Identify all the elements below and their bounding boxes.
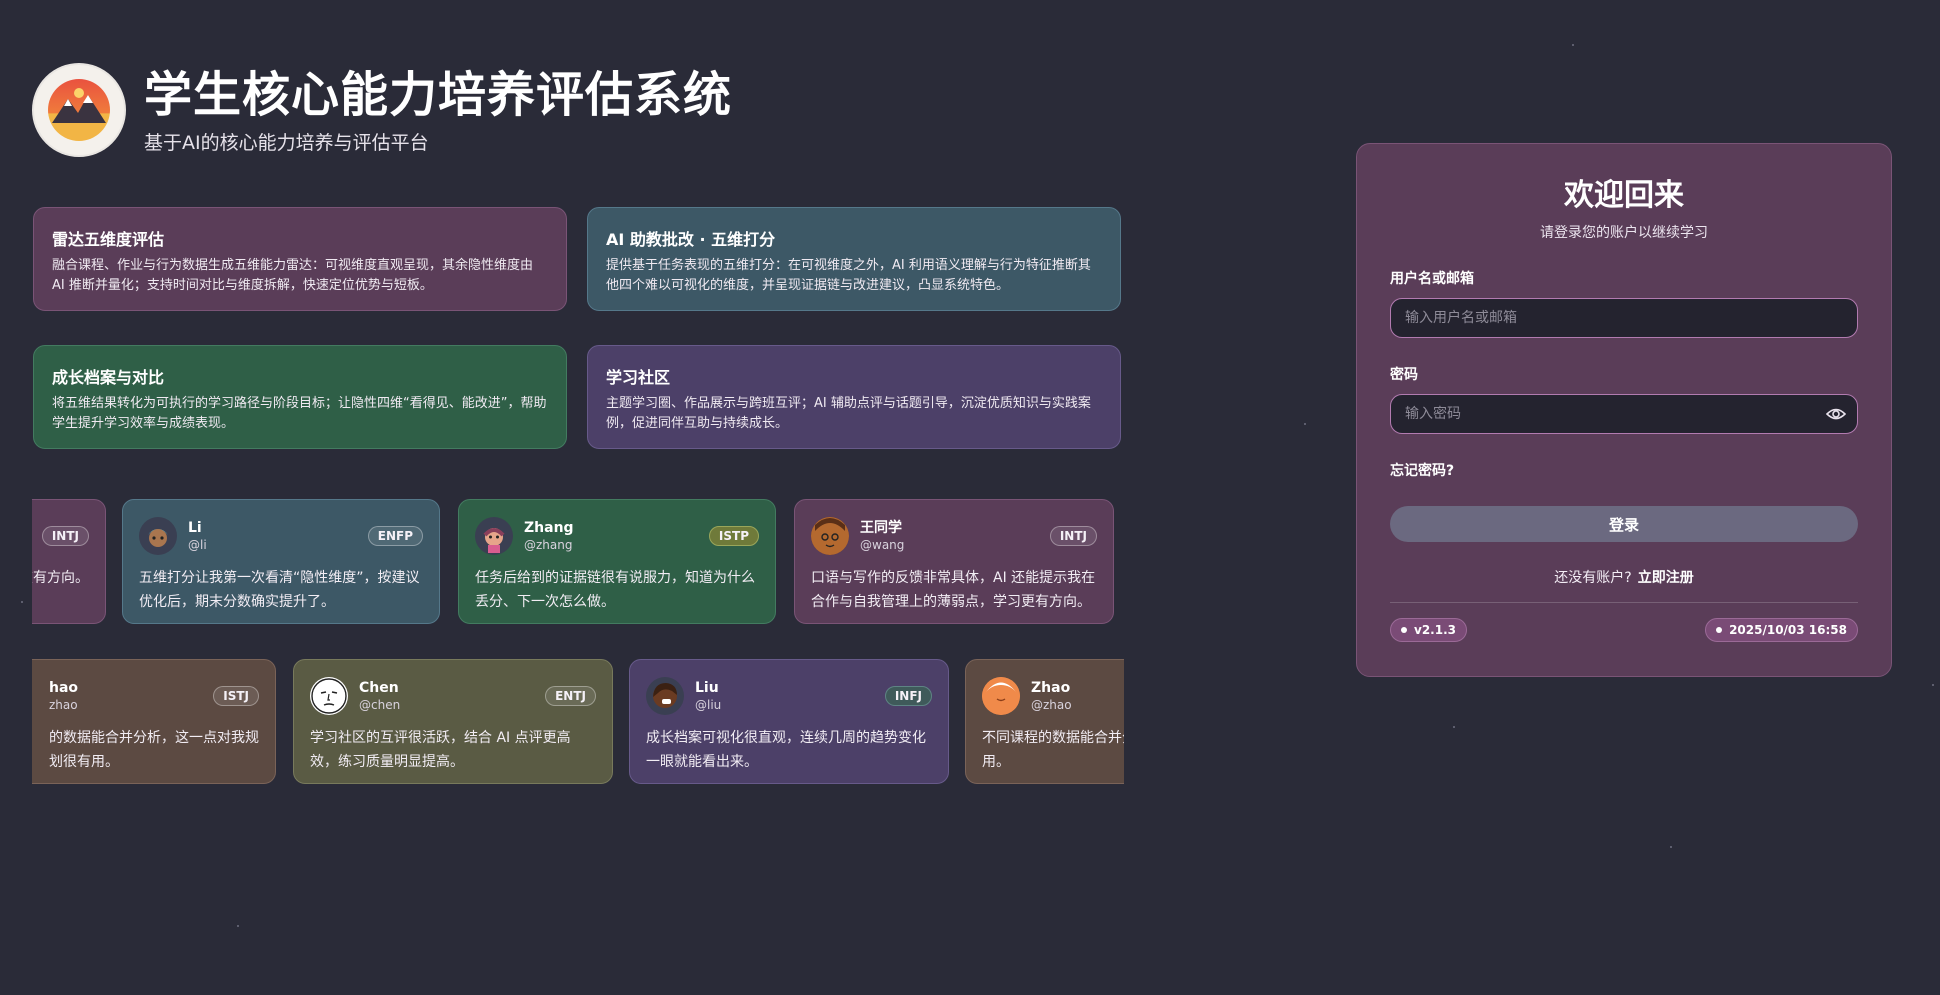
feature-title: 成长档案与对比 <box>52 368 165 387</box>
star-dot <box>1304 423 1306 425</box>
reviews-marquee-row-2: hao zhao ISTJ 的数据能合并分析，这一点对我规划很有用。 Chen … <box>32 658 1124 788</box>
star-dot <box>1932 684 1934 686</box>
review-text: 学习社区的互评很活跃，结合 AI 点评更高效，练习质量明显提高。 <box>310 730 571 770</box>
mbti-badge: INFJ <box>884 686 932 706</box>
logo-icon <box>32 63 126 157</box>
login-subtitle: 请登录您的账户以继续学习 <box>1540 225 1708 241</box>
reviewer-handle: @zhang <box>524 538 573 552</box>
brand-header: 学生核心能力培养评估系统 基于AI的核心能力培养与评估平台 <box>32 63 732 157</box>
feature-card-community: 学习社区 主题学习圈、作品展示与跨班互评；AI 辅助点评与话题引导，沉淀优质知识… <box>587 345 1121 449</box>
review-text: 任务后给到的证据链很有说服力，知道为什么丢分、下一次怎么做。 <box>475 570 755 610</box>
review-card: hao zhao ISTJ 的数据能合并分析，这一点对我规划很有用。 <box>32 659 276 784</box>
star-dot <box>1453 726 1455 728</box>
review-card: Liu @liu INFJ 成长档案可视化很直观，连续几周的趋势变化一眼就能看出… <box>629 659 949 784</box>
avatar <box>982 677 1020 715</box>
reviewer-handle: zhao <box>49 698 78 712</box>
avatar <box>646 677 684 715</box>
page-subtitle: 基于AI的核心能力培养与评估平台 <box>144 131 429 154</box>
star-dot <box>1572 44 1574 46</box>
eye-icon[interactable] <box>1825 405 1847 423</box>
review-text: 口语与写作的反馈非常具体，AI 还能提示我在合作与自我管理上的薄弱点，学习更有方… <box>811 570 1096 610</box>
mbti-badge: INTJ <box>41 526 89 546</box>
review-card: Li @li ENFP 五维打分让我第一次看清“隐性维度”，按建议优化后，期末分… <box>122 499 440 624</box>
mbti-badge: ISTJ <box>213 686 259 706</box>
reviewer-handle: @li <box>188 538 207 552</box>
review-text: 的数据能合并分析，这一点对我规划很有用。 <box>49 730 259 770</box>
reviewer-name: Chen <box>359 680 399 696</box>
mbti-badge: ISTP <box>708 526 759 546</box>
login-button[interactable]: 登录 <box>1390 506 1858 542</box>
feature-card-growth: 成长档案与对比 将五维结果转化为可执行的学习路径与阶段目标；让隐性四维“看得见、… <box>33 345 567 449</box>
reviews-marquee-row-1: INTJ 提示我在有方向。 Li @li ENFP 五维打分让我第一次看清“隐性… <box>32 498 1124 628</box>
mbti-badge: INTJ <box>1049 526 1097 546</box>
forgot-password-link[interactable]: 忘记密码? <box>1390 460 1454 480</box>
reviewer-name: Zhang <box>524 520 574 536</box>
no-account-text: 还没有账户? <box>1554 570 1632 586</box>
password-label: 密码 <box>1390 367 1418 383</box>
review-text: 成长档案可视化很直观，连续几周的趋势变化一眼就能看出来。 <box>646 730 926 770</box>
status-dot-icon <box>1401 627 1407 633</box>
reviewer-name: 王同学 <box>860 520 902 536</box>
reviewer-handle: @wang <box>860 538 905 552</box>
review-card: Chen @chen ENTJ 学习社区的互评很活跃，结合 AI 点评更高效，练… <box>293 659 613 784</box>
divider <box>1390 602 1858 603</box>
avatar <box>310 677 348 715</box>
review-card: Zhang @zhang ISTP 任务后给到的证据链很有说服力，知道为什么丢分… <box>458 499 776 624</box>
star-dot <box>21 601 23 603</box>
feature-card-radar: 雷达五维度评估 融合课程、作业与行为数据生成五维能力雷达：可视维度直观呈现，其余… <box>33 207 567 311</box>
username-input[interactable] <box>1390 298 1858 338</box>
feature-desc: 主题学习圈、作品展示与跨班互评；AI 辅助点评与话题引导，沉淀优质知识与实践案例… <box>606 396 1091 431</box>
avatar <box>475 517 513 555</box>
version-text: v2.1.3 <box>1414 623 1456 637</box>
review-card: Zhao @zhao 不同课程的数据能合并分析，学习节奏很有用。 <box>965 659 1124 784</box>
feature-title: 学习社区 <box>606 368 671 387</box>
avatar <box>811 517 849 555</box>
register-link[interactable]: 立即注册 <box>1638 570 1694 586</box>
reviewer-name: Zhao <box>1031 680 1071 696</box>
review-text: 五维打分让我第一次看清“隐性维度”，按建议优化后，期末分数确实提升了。 <box>139 570 420 610</box>
password-input[interactable] <box>1390 394 1858 434</box>
feature-desc: 融合课程、作业与行为数据生成五维能力雷达：可视维度直观呈现，其余隐性维度由 AI… <box>52 258 534 293</box>
feature-title: 雷达五维度评估 <box>52 230 165 249</box>
feature-desc: 提供基于任务表现的五维打分：在可视维度之外，AI 利用语义理解与行为特征推断其他… <box>606 258 1091 293</box>
feature-card-ai-grading: AI 助教批改 · 五维打分 提供基于任务表现的五维打分：在可视维度之外，AI … <box>587 207 1121 311</box>
review-text: 提示我在有方向。 <box>32 570 89 586</box>
reviewer-handle: @chen <box>359 698 401 712</box>
mbti-badge: ENTJ <box>545 686 596 706</box>
review-card: INTJ 提示我在有方向。 <box>32 499 106 624</box>
reviewer-name: hao <box>49 680 79 696</box>
reviewer-name: Li <box>188 520 202 536</box>
review-card: 王同学 @wang INTJ 口语与写作的反馈非常具体，AI 还能提示我在合作与… <box>794 499 1114 624</box>
reviewer-handle: @liu <box>695 698 722 712</box>
datetime-badge: 2025/10/03 16:58 <box>1705 618 1858 642</box>
star-dot <box>1670 846 1672 848</box>
avatar <box>139 517 177 555</box>
login-panel: 欢迎回来 请登录您的账户以继续学习 用户名或邮箱 密码 忘记密码? 登录 还没有… <box>1356 143 1892 677</box>
status-dot-icon <box>1716 627 1723 633</box>
star-dot <box>237 925 239 927</box>
mbti-badge: ENFP <box>367 526 423 546</box>
review-text: 不同课程的数据能合并分析，学习节奏很有用。 <box>982 730 1124 770</box>
register-row: 还没有账户? 立即注册 <box>1390 567 1858 587</box>
page-title: 学生核心能力培养评估系统 <box>144 66 733 123</box>
reviewer-name: Liu <box>695 680 719 696</box>
username-label: 用户名或邮箱 <box>1390 271 1474 287</box>
reviewer-handle: @zhao <box>1031 698 1072 712</box>
version-badge: v2.1.3 <box>1390 618 1467 642</box>
datetime-text: 2025/10/03 16:58 <box>1729 623 1847 637</box>
login-title: 欢迎回来 <box>1564 178 1684 213</box>
feature-title: AI 助教批改 · 五维打分 <box>606 230 776 249</box>
feature-desc: 将五维结果转化为可执行的学习路径与阶段目标；让隐性四维“看得见、能改进”，帮助学… <box>52 396 547 431</box>
